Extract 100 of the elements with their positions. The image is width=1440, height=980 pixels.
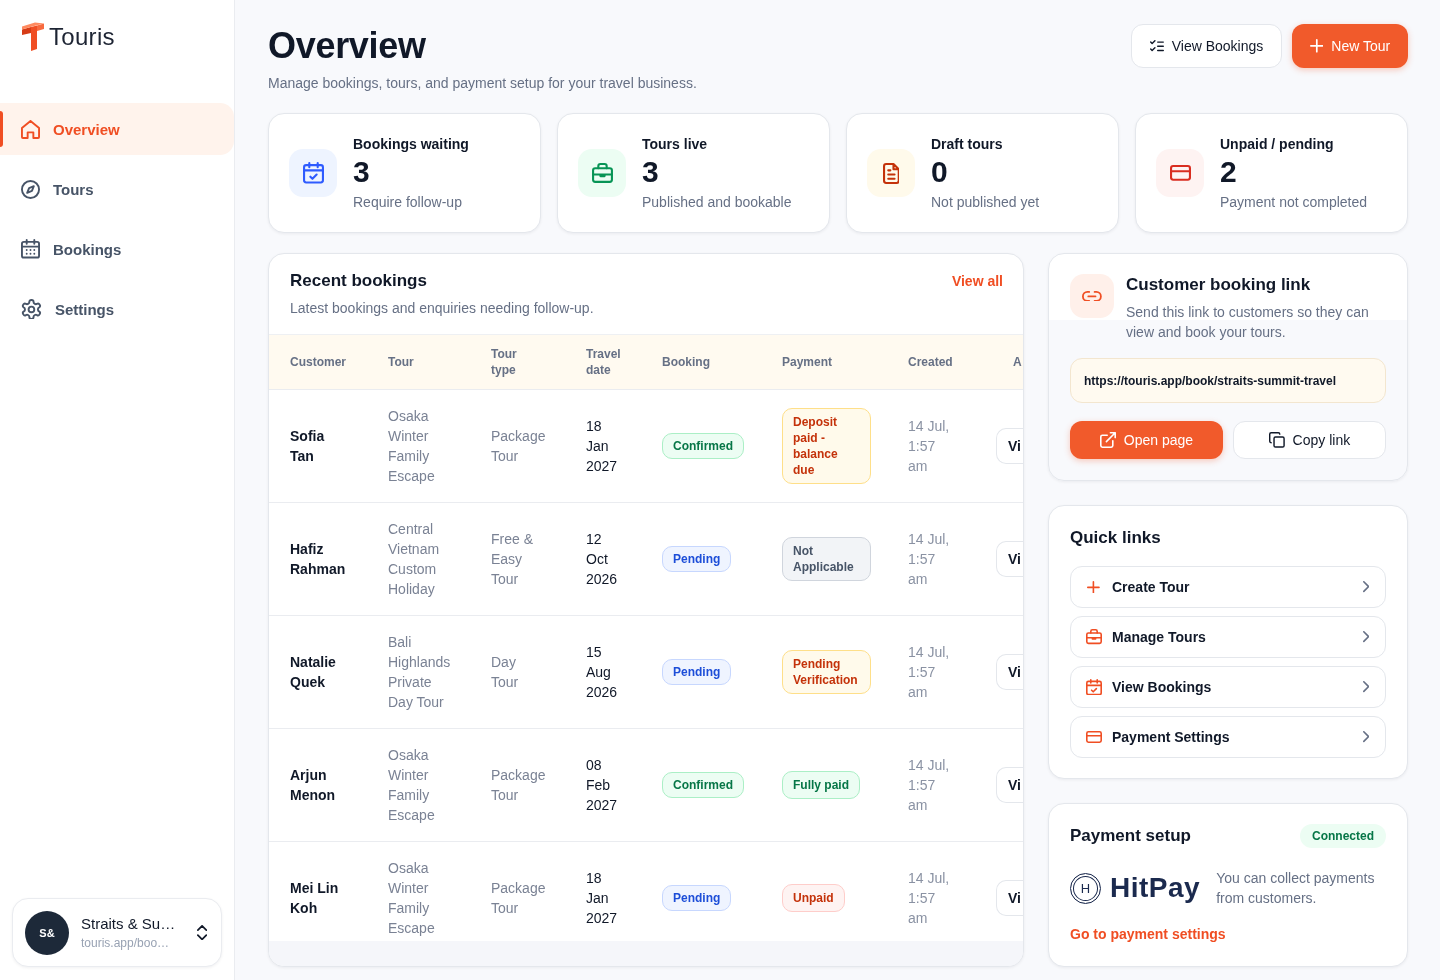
stat-caption: Require follow-up [353, 193, 463, 212]
page-subtitle: Manage bookings, tours, and payment setup for your travel business. [268, 74, 697, 93]
tour-type: Day Tour [491, 653, 520, 692]
view-button[interactable]: Vi [996, 654, 1023, 690]
provider-logo-text: HitPay [1110, 871, 1201, 905]
payment-status-badge: Not Applicable [782, 537, 871, 581]
tour-type: Package Tour [491, 766, 546, 805]
account-name: Straits & Su… [81, 914, 176, 933]
stat-value: 2 [1220, 154, 1238, 190]
column-header: Travel date [586, 346, 622, 378]
view-all-link[interactable]: View all [951, 269, 1003, 293]
copy-icon [1268, 432, 1285, 448]
card-title: Payment setup [1070, 825, 1191, 847]
plus-icon [1087, 580, 1100, 594]
calendar-check-icon [1085, 678, 1102, 696]
booking-status-badge: Pending [662, 546, 732, 572]
column-header: Booking [662, 354, 711, 370]
account-switcher[interactable]: S& Straits & Su… touris.app/boo… [12, 898, 222, 967]
app-name: Touris [49, 22, 115, 51]
avatar: S& [25, 910, 69, 955]
column-header: Tour [388, 354, 415, 370]
tour-type: Free & Easy Tour [491, 530, 534, 589]
booking-status-badge: Confirmed [662, 772, 744, 798]
list-check-icon [1149, 40, 1164, 52]
view-bookings-button[interactable]: View Bookings [1131, 24, 1282, 68]
plus-icon [1309, 39, 1324, 53]
card-subtitle: Latest bookings and enquiries needing follow-up. [290, 299, 594, 318]
stat-value: 3 [642, 154, 660, 190]
copy-link-button[interactable]: Copy link [1233, 421, 1386, 459]
connection-status-badge: Connected [1300, 824, 1386, 848]
stat-label: Bookings waiting [353, 135, 469, 154]
view-button[interactable]: Vi [996, 880, 1023, 916]
nav-item[interactable]: Settings [0, 283, 234, 335]
column-header: A [1012, 354, 1023, 370]
created-time: 14 Jul, 1:57 am [908, 643, 951, 702]
payment-status-badge: Unpaid [782, 884, 845, 912]
chevron-up-down-icon [196, 924, 207, 941]
travel-date: 08 Feb 2027 [586, 756, 619, 815]
view-button[interactable]: Vi [996, 541, 1023, 577]
stat-label: Tours live [642, 135, 709, 154]
logo-icon [22, 22, 44, 51]
calendar-icon [21, 239, 40, 259]
nav-item[interactable]: Bookings [0, 223, 234, 275]
stat-value: 3 [353, 154, 371, 190]
tour-name: Central Vietnam Custom Holiday [388, 520, 441, 599]
payment-status-badge: Fully paid [782, 771, 860, 799]
card-description: Send this link to customers so they can view and book your tours. [1126, 303, 1370, 342]
travel-date: 12 Oct 2026 [586, 530, 619, 589]
tour-type: Package Tour [491, 427, 546, 466]
travel-date: 15 Aug 2026 [586, 643, 619, 702]
customer-name: Hafiz Rahman [290, 540, 346, 579]
compass-icon [21, 179, 40, 199]
stat-caption: Payment not completed [1220, 193, 1368, 212]
document-icon [867, 149, 915, 197]
created-time: 14 Jul, 1:57 am [908, 869, 951, 928]
customer-name: Arjun Menon [290, 766, 337, 805]
stat-caption: Published and bookable [642, 193, 792, 212]
payment-status-badge: Deposit paid - balance due [782, 408, 871, 484]
tour-type: Package Tour [491, 879, 546, 918]
url-field[interactable]: https://touris.app/book/straits-summit-travel [1070, 358, 1386, 403]
created-time: 14 Jul, 1:57 am [908, 530, 951, 589]
payment-settings-link[interactable]: Go to payment settings [1070, 924, 1226, 944]
nav-item[interactable]: Tours [0, 163, 234, 215]
card-title: Customer booking link [1126, 274, 1312, 296]
chevron-right-icon [1362, 581, 1369, 593]
travel-date: 18 Jan 2027 [586, 869, 619, 928]
tour-name: Osaka Winter Family Escape [388, 407, 436, 486]
created-time: 14 Jul, 1:57 am [908, 417, 951, 476]
credit-card-icon [1156, 149, 1204, 197]
quick-link[interactable]: Payment Settings [1070, 716, 1386, 758]
quick-link[interactable]: Manage Tours [1070, 616, 1386, 658]
column-header: Tour type [491, 346, 518, 378]
quick-link[interactable]: View Bookings [1070, 666, 1386, 708]
created-time: 14 Jul, 1:57 am [908, 756, 951, 815]
column-header: Created [908, 354, 954, 370]
travel-date: 18 Jan 2027 [586, 417, 619, 476]
link-icon [1070, 274, 1114, 318]
home-icon [21, 119, 40, 139]
chevron-right-icon [1362, 631, 1369, 643]
settings-icon [21, 298, 42, 320]
quick-link[interactable]: Create Tour [1070, 566, 1386, 608]
stat-value: 0 [931, 154, 949, 190]
view-button[interactable]: Vi [996, 767, 1023, 803]
tour-name: Bali Highlands Private Day Tour [388, 633, 452, 712]
stat-label: Unpaid / pending [1220, 135, 1335, 154]
view-button[interactable]: Vi [996, 428, 1023, 464]
card-title: Quick links [1070, 527, 1162, 549]
payment-status-badge: Pending Verification [782, 650, 871, 694]
column-header: Customer [290, 354, 347, 370]
card-title: Recent bookings [290, 270, 428, 292]
tour-name: Osaka Winter Family Escape [388, 746, 436, 825]
tour-name: Osaka Winter Family Escape [388, 859, 436, 938]
booking-status-badge: Pending [662, 659, 732, 685]
customer-name: Natalie Quek [290, 653, 337, 692]
external-link-icon [1099, 432, 1116, 448]
booking-status-badge: Confirmed [662, 433, 744, 459]
chevron-right-icon [1362, 731, 1369, 743]
account-url: touris.app/boo… [81, 935, 170, 951]
calendar-check-icon [289, 149, 337, 197]
provider-logo-mark: H [1070, 872, 1101, 904]
